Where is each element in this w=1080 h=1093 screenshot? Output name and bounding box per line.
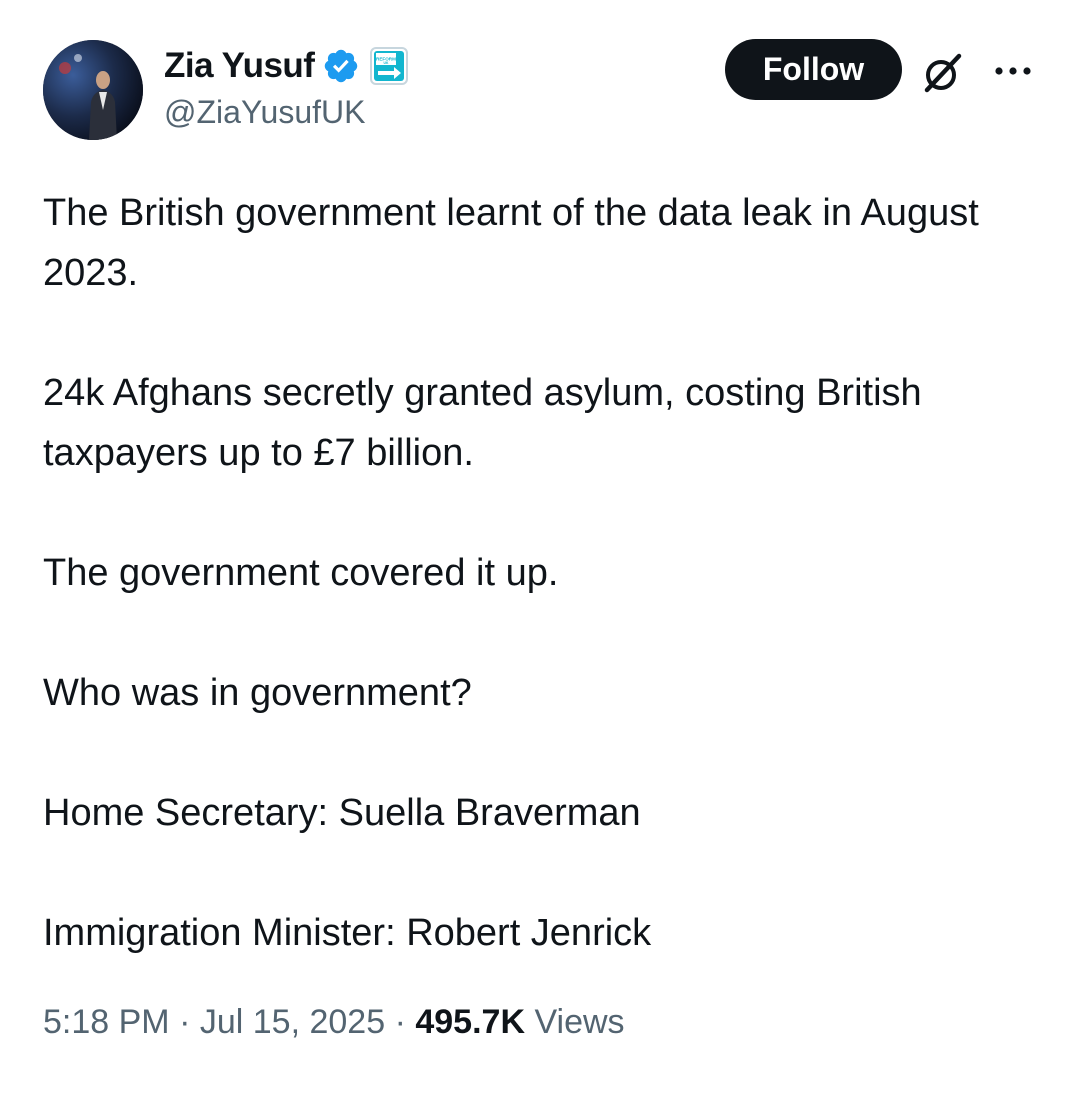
tweet-paragraph: 24k Afghans secretly granted asylum, cos…	[43, 372, 922, 474]
tweet-paragraph: Immigration Minister: Robert Jenrick	[43, 912, 652, 954]
author-display-name[interactable]: Zia Yusuf	[164, 46, 315, 86]
grok-icon[interactable]	[919, 50, 965, 96]
svg-text:UK: UK	[384, 61, 389, 65]
more-options-icon[interactable]	[992, 60, 1034, 82]
tweet-time[interactable]: 5:18 PM	[43, 1003, 170, 1041]
tweet-paragraph: Home Secretary: Suella Braverman	[43, 792, 641, 834]
tweet-meta: 5:18 PM · Jul 15, 2025 · 495.7K Views	[43, 1003, 625, 1042]
views-count[interactable]: 495.7K	[415, 1003, 525, 1041]
views-label: Views	[534, 1003, 625, 1041]
meta-separator: ·	[179, 1003, 191, 1041]
tweet-paragraph: The government covered it up.	[43, 552, 559, 594]
author-handle[interactable]: @ZiaYusufUK	[164, 94, 365, 131]
avatar[interactable]	[43, 40, 143, 140]
reform-uk-badge-icon: REFORM UK	[370, 47, 409, 85]
tweet-text: The British government learnt of the dat…	[43, 183, 1033, 963]
follow-button[interactable]: Follow	[725, 39, 902, 100]
meta-separator: ·	[394, 1003, 406, 1041]
verified-badge-icon	[322, 47, 360, 85]
tweet-date[interactable]: Jul 15, 2025	[200, 1003, 385, 1041]
tweet-paragraph: The British government learnt of the dat…	[43, 192, 979, 294]
avatar-image	[43, 40, 143, 140]
author-name-row: Zia Yusuf REFORM UK	[164, 44, 409, 88]
tweet-paragraph: Who was in government?	[43, 672, 472, 714]
